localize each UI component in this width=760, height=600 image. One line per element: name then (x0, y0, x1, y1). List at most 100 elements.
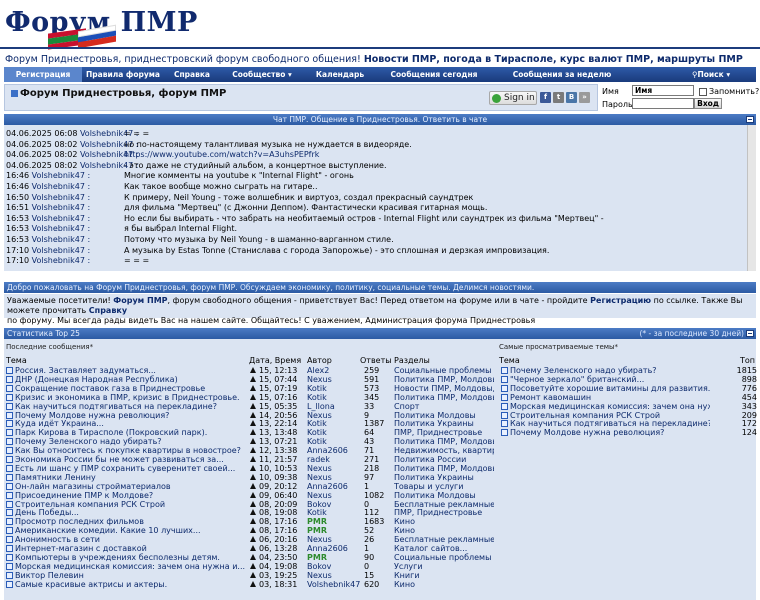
topic-link[interactable]: Почему Зеленского надо убирать? (510, 366, 710, 375)
section-link[interactable]: Кино (394, 580, 494, 589)
topic-link[interactable]: Самые красивые актрисы и актеры. (15, 580, 245, 589)
arrow-up-icon[interactable] (250, 491, 256, 498)
section-link[interactable]: Каталог сайтов... (394, 544, 494, 553)
vk-icon[interactable]: B (566, 92, 577, 103)
section-link[interactable]: Политика Молдовы (394, 491, 494, 500)
arrow-up-icon[interactable] (250, 456, 256, 462)
chat-message[interactable]: https://www.youtube.com/watch?v=A3uhsPEP… (124, 150, 319, 160)
chat-author[interactable]: Volshebnik47 : (32, 224, 91, 233)
topic-link[interactable]: Как научиться подтягиваться на переклади… (510, 419, 710, 428)
section-link[interactable]: Политика ПМР, Молдовы,... (394, 375, 494, 384)
post-author[interactable]: Anna2606 (307, 544, 348, 553)
topic-link[interactable]: Почему Молдове нужна революция? (15, 411, 245, 420)
arrow-up-icon[interactable] (250, 500, 256, 507)
topic-link[interactable]: Анонимность в сети (15, 535, 245, 544)
arrow-up-icon[interactable] (250, 447, 256, 454)
topic-link[interactable]: Морская медицинская комиссия: зачем она … (15, 562, 245, 571)
post-author[interactable]: Kotik (307, 393, 327, 402)
nav-search[interactable]: ⚲Поиск ▾ (632, 70, 756, 79)
section-link[interactable]: Политика ПМР, Молдовы,... (394, 464, 494, 473)
remember-me[interactable]: Запомнить? (699, 87, 759, 96)
section-link[interactable]: Социальные проблемы (394, 366, 494, 375)
arrow-up-icon[interactable] (250, 509, 256, 516)
post-author[interactable]: Volshebnik47 (307, 580, 360, 589)
post-author[interactable]: Nexus (307, 473, 332, 482)
chat-author[interactable]: Volshebnik47 : (32, 203, 91, 212)
chat-author[interactable]: Volshebnik47 : (32, 182, 91, 191)
nav-register[interactable]: Регистрация (4, 67, 82, 82)
registration-link[interactable]: Регистрацию (590, 296, 651, 305)
post-author[interactable]: PMR (307, 553, 327, 562)
arrow-up-icon[interactable] (250, 553, 256, 560)
topic-link[interactable]: Россия. Заставляет задуматься... (15, 366, 245, 375)
section-link[interactable]: Политика Украины (394, 419, 494, 428)
section-link[interactable]: ПМР, Приднестровье (394, 428, 494, 437)
nav-week-posts[interactable]: Сообщения за неделю (492, 70, 632, 79)
topic-link[interactable]: Виктор Пелевин (15, 571, 245, 580)
section-link[interactable]: Бесплатные рекламные... (394, 500, 494, 509)
page-title[interactable]: Форум Приднестровья, форум ПМР (11, 88, 226, 99)
post-author[interactable]: PMR (307, 526, 327, 535)
nav-rules[interactable]: Правила форума (82, 70, 164, 79)
topic-link[interactable]: Почему Молдове нужна революция? (510, 428, 710, 437)
remember-checkbox[interactable] (699, 87, 707, 96)
chat-author[interactable]: Volshebnik47 : (32, 214, 91, 223)
username-input[interactable]: Имя (632, 85, 694, 96)
topic-link[interactable]: Морская медицинская комиссия: зачем она … (510, 402, 710, 411)
topic-link[interactable]: Он-лайн магазины стройматериалов (15, 482, 245, 491)
topic-link[interactable]: Есть ли шанс у ПМР сохранить суверенитет… (15, 464, 245, 473)
chat-author[interactable]: Volshebnik47 : (32, 171, 91, 180)
section-link[interactable]: Политика Украины (394, 473, 494, 482)
arrow-up-icon[interactable] (250, 571, 256, 578)
topic-link[interactable]: Строительная компания РСК Строй (510, 411, 710, 420)
section-link[interactable]: Книги (394, 571, 494, 580)
arrow-up-icon[interactable] (250, 411, 256, 418)
login-button[interactable]: Вход (694, 98, 722, 109)
chat-author[interactable]: Volshebnik47 : (32, 246, 91, 255)
more-social-icon[interactable]: » (579, 92, 590, 103)
nav-today-posts[interactable]: Сообщения сегодня (376, 70, 492, 79)
topic-link[interactable]: Кризис и экономика в ПМР, кризис в Придн… (15, 393, 245, 402)
arrow-up-icon[interactable] (250, 562, 256, 569)
arrow-up-icon[interactable] (250, 438, 256, 445)
topic-link[interactable]: Интернет-магазин с доставкой (15, 544, 245, 553)
topic-link[interactable]: Памятники Ленину (15, 473, 245, 482)
arrow-up-icon[interactable] (250, 384, 256, 391)
topic-link[interactable]: День Победы... (15, 508, 245, 517)
help-link[interactable]: Справку (89, 306, 127, 315)
post-author[interactable]: PMR (307, 517, 327, 526)
arrow-up-icon[interactable] (250, 482, 256, 489)
arrow-up-icon[interactable] (250, 429, 256, 436)
arrow-up-icon[interactable] (250, 518, 256, 525)
topic-link[interactable]: Просмотр последних фильмов (15, 517, 245, 526)
collapse-icon[interactable] (746, 116, 754, 123)
topic-link[interactable]: Американские комедии. Какие 10 лучших... (15, 526, 245, 535)
post-author[interactable]: Kotik (307, 437, 327, 446)
topic-link[interactable]: Строительная компания РСК Строй (15, 500, 245, 509)
arrow-up-icon[interactable] (250, 420, 256, 427)
post-author[interactable]: Nexus (307, 491, 332, 500)
section-link[interactable]: Бесплатные рекламные... (394, 535, 494, 544)
section-link[interactable]: Политика Молдовы (394, 411, 494, 420)
arrow-up-icon[interactable] (250, 473, 256, 480)
post-author[interactable]: Anna2606 (307, 446, 348, 455)
nav-help[interactable]: Справка (164, 70, 220, 79)
tagline-links[interactable]: Новости ПМР, погода в Тирасполе, курс ва… (364, 54, 743, 65)
topic-link[interactable]: Сокращение поставок газа в Приднестровье (15, 384, 245, 393)
section-link[interactable]: ПМР, Приднестровье (394, 508, 494, 517)
arrow-up-icon[interactable] (250, 375, 256, 382)
post-author[interactable]: Nexus (307, 571, 332, 580)
password-input[interactable] (632, 98, 694, 109)
topic-link[interactable]: Присоединение ПМР к Молдове? (15, 491, 245, 500)
arrow-up-icon[interactable] (250, 580, 256, 587)
post-author[interactable]: Anna2606 (307, 482, 348, 491)
topic-link[interactable]: Экономика России бы не может развиваться… (15, 455, 245, 464)
section-link[interactable]: Политика России (394, 455, 494, 464)
post-author[interactable]: Kotik (307, 508, 327, 517)
topic-link[interactable]: Как научиться подтягиваться на переклади… (15, 402, 245, 411)
twitter-icon[interactable]: t (553, 92, 564, 103)
arrow-up-icon[interactable] (250, 545, 256, 551)
facebook-icon[interactable]: f (540, 92, 551, 103)
arrow-up-icon[interactable] (250, 464, 256, 471)
topic-link[interactable]: "Черное зеркало" британский... (510, 375, 710, 384)
